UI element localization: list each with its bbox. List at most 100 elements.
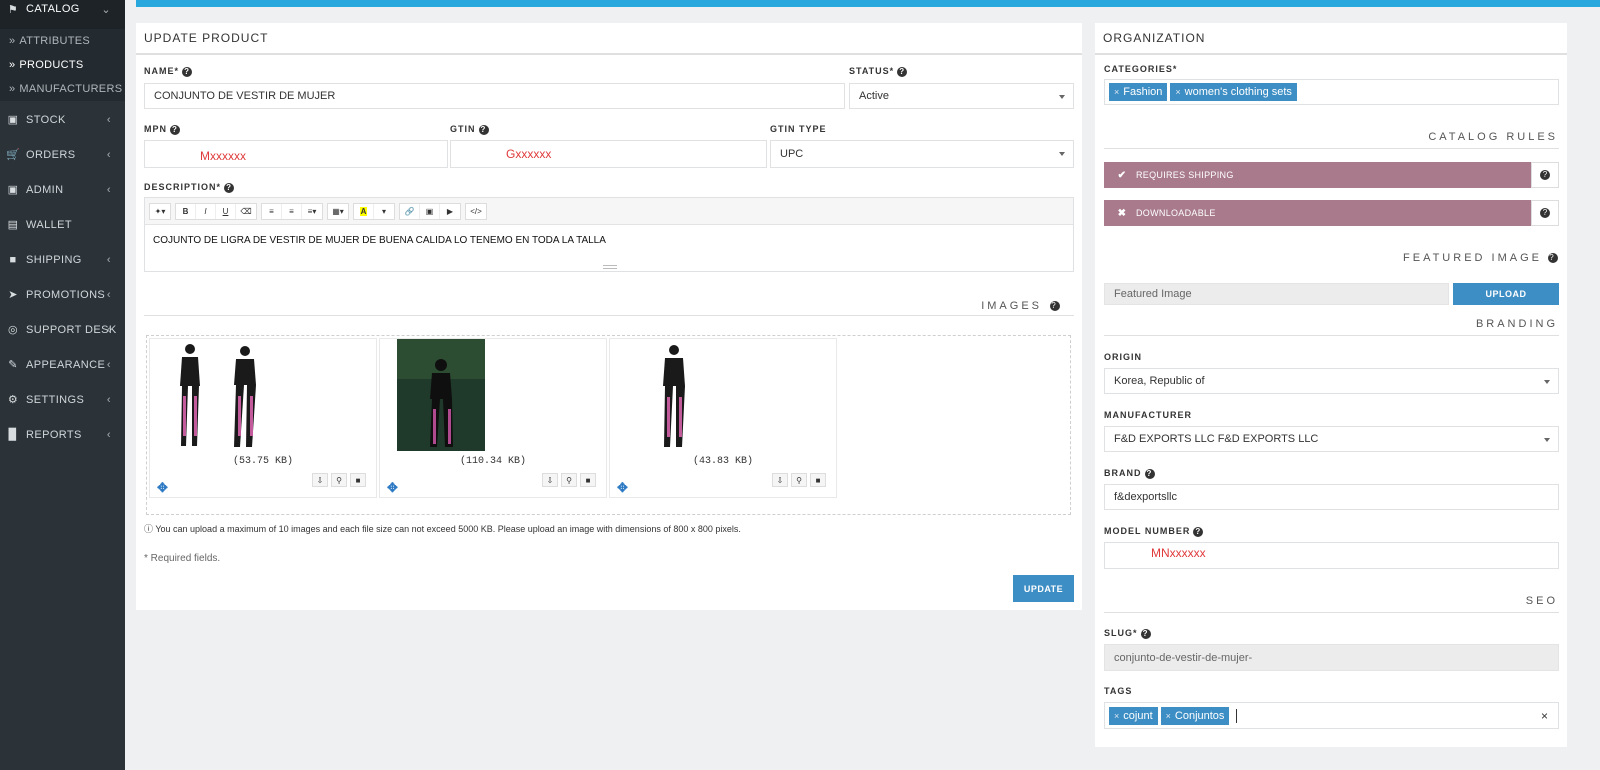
gtin-field[interactable]: Gxxxxxx — [450, 140, 767, 168]
trash-icon[interactable]: ■ — [580, 473, 596, 487]
upload-button[interactable]: UPLOAD — [1453, 283, 1559, 305]
question-circle-icon[interactable]: ? — [170, 124, 180, 135]
model-number-field[interactable]: MNxxxxxx — [1104, 542, 1559, 569]
gtin-type-select[interactable]: UPC — [770, 140, 1074, 168]
download-icon[interactable]: ⇩ — [542, 473, 558, 487]
trash-icon[interactable]: ■ — [810, 473, 826, 487]
model-label-text: MODEL NUMBER — [1104, 526, 1191, 536]
remove-tag-icon[interactable]: × — [1114, 711, 1119, 721]
video-icon[interactable]: ▶ — [440, 204, 460, 219]
sidebar-item-stock[interactable]: ▣ STOCK ‹ — [0, 102, 125, 137]
status-select[interactable]: Active — [849, 83, 1074, 109]
sidebar-item-promotions[interactable]: ➤ PROMOTIONS ‹ — [0, 277, 125, 312]
question-circle-icon[interactable]: ? — [1193, 526, 1204, 537]
product-image-thumbnail[interactable] — [170, 341, 290, 453]
zoom-icon[interactable]: ⚲ — [791, 473, 807, 487]
brand-field[interactable]: f&dexportsllc — [1104, 484, 1559, 510]
manufacturer-value: F&D EXPORTS LLC F&D EXPORTS LLC — [1114, 433, 1319, 445]
sidebar-item-support-desk[interactable]: ◎ SUPPORT DESK ‹ — [0, 312, 125, 347]
name-field[interactable]: CONJUNTO DE VESTIR DE MUJER — [144, 83, 845, 109]
product-image-thumbnail[interactable] — [646, 341, 706, 453]
sidebar-item-admin[interactable]: ▣ ADMIN ‹ — [0, 172, 125, 207]
question-circle-icon[interactable]: ? — [1140, 628, 1151, 639]
magic-icon[interactable]: ✦▾ — [150, 204, 170, 219]
link-icon[interactable]: 🔗 — [400, 203, 420, 219]
mpn-field[interactable]: Mxxxxxx — [144, 140, 448, 168]
download-icon[interactable]: ⇩ — [772, 473, 788, 487]
sidebar-item-wallet[interactable]: ▤ WALLET — [0, 207, 125, 242]
picture-icon[interactable]: ▣ — [420, 203, 440, 219]
categories-field[interactable]: × Fashion × women's clothing sets — [1104, 79, 1559, 105]
question-circle-icon[interactable]: ? — [1548, 253, 1558, 264]
sidebar-item-catalog[interactable]: ⚑ CATALOG ⌄ — [0, 0, 125, 18]
rule-help-button[interactable]: ? — [1531, 200, 1559, 226]
italic-icon[interactable]: I — [196, 203, 216, 219]
downloadable-toggle[interactable]: ✖ DOWNLOADABLE — [1104, 200, 1531, 226]
sidebar-subitem-manufacturers[interactable]: » MANUFACTURERS — [0, 77, 125, 101]
status-value: Active — [859, 90, 889, 102]
unordered-list-icon[interactable]: ≡ — [282, 203, 302, 219]
remove-tag-icon[interactable]: × — [1175, 87, 1180, 97]
origin-label: ORIGIN — [1104, 352, 1143, 362]
tags-field[interactable]: × cojunt × Conjuntos × — [1104, 702, 1559, 729]
rule-help-button[interactable]: ? — [1531, 162, 1559, 188]
remove-tag-icon[interactable]: × — [1166, 711, 1171, 721]
zoom-icon[interactable]: ⚲ — [331, 473, 347, 487]
image-dropzone[interactable]: (53.75 KB) ⇩ ⚲ ■ ✥ (110.34 KB) ⇩ ⚲ ■ ✥ (… — [146, 335, 1071, 515]
tag-chip[interactable]: × cojunt — [1109, 706, 1158, 725]
sidebar-item-label: SHIPPING — [26, 253, 82, 266]
align-icon[interactable]: ≡▾ — [302, 204, 322, 219]
sidebar-subitem-products[interactable]: » PRODUCTS — [0, 53, 125, 77]
requires-shipping-toggle[interactable]: ✔ REQUIRES SHIPPING — [1104, 162, 1531, 188]
sidebar-item-settings[interactable]: ⚙ SETTINGS ‹ — [0, 382, 125, 417]
eraser-icon[interactable]: ⌫ — [236, 204, 256, 219]
font-color-icon[interactable]: A — [354, 203, 374, 219]
tag-chip[interactable]: × Conjuntos — [1160, 706, 1230, 725]
origin-select[interactable]: Korea, Republic of — [1104, 368, 1559, 394]
question-circle-icon[interactable]: ? — [182, 66, 193, 77]
sidebar-item-shipping[interactable]: ■ SHIPPING ‹ — [0, 242, 125, 277]
sidebar-subitem-attributes[interactable]: » ATTRIBUTES — [0, 29, 125, 53]
question-circle-icon[interactable]: ? — [897, 66, 908, 77]
image-actions: ⇩ ⚲ ■ — [542, 473, 596, 487]
description-text[interactable]: COJUNTO DE LIGRA DE VESTIR DE MUJER DE B… — [145, 225, 1073, 256]
product-image-thumbnail[interactable] — [397, 339, 485, 451]
download-icon[interactable]: ⇩ — [312, 473, 328, 487]
resize-grip-icon[interactable] — [603, 265, 617, 269]
chevron-left-icon: ‹ — [106, 323, 111, 336]
manufacturer-select[interactable]: F&D EXPORTS LLC F&D EXPORTS LLC — [1104, 426, 1559, 452]
model-number-label: MODEL NUMBER? — [1104, 526, 1204, 537]
sidebar-item-orders[interactable]: 🛒 ORDERS ‹ — [0, 137, 125, 172]
slug-label-text: SLUG* — [1104, 628, 1138, 638]
sidebar-item-label: ADMIN — [26, 183, 64, 196]
top-accent-bar — [136, 0, 1600, 7]
move-icon[interactable]: ✥ — [387, 480, 398, 496]
featured-image-input[interactable]: Featured Image — [1104, 283, 1449, 305]
question-circle-icon[interactable]: ? — [478, 124, 489, 135]
question-circle-icon[interactable]: ? — [224, 182, 235, 193]
ordered-list-icon[interactable]: ≡ — [262, 203, 282, 219]
table-icon[interactable]: ▦▾ — [328, 204, 348, 219]
bold-icon[interactable]: B — [176, 203, 196, 219]
category-tag[interactable]: × Fashion — [1109, 83, 1168, 101]
remove-tag-icon[interactable]: × — [1114, 87, 1119, 97]
code-view-icon[interactable]: </> — [466, 204, 486, 219]
question-circle-icon[interactable]: ? — [1144, 468, 1155, 479]
panel-title: ORGANIZATION — [1095, 23, 1567, 55]
clear-all-icon[interactable]: × — [1541, 709, 1548, 723]
upload-note: ⓘ You can upload a maximum of 10 images … — [144, 522, 741, 535]
sidebar-item-reports[interactable]: ▉ REPORTS ‹ — [0, 417, 125, 452]
move-icon[interactable]: ✥ — [157, 480, 168, 496]
update-button[interactable]: UPDATE — [1013, 575, 1074, 602]
zoom-icon[interactable]: ⚲ — [561, 473, 577, 487]
category-tag[interactable]: × women's clothing sets — [1170, 83, 1297, 101]
move-icon[interactable]: ✥ — [617, 480, 628, 496]
paint-brush-icon: ✎ — [8, 359, 18, 371]
slug-field[interactable]: conjunto-de-vestir-de-mujer- — [1104, 644, 1559, 671]
question-circle-icon[interactable]: ? — [1050, 301, 1060, 312]
brand-value: f&dexportsllc — [1114, 491, 1177, 503]
underline-icon[interactable]: U — [216, 203, 236, 219]
sidebar-item-appearance[interactable]: ✎ APPEARANCE ‹ — [0, 347, 125, 382]
color-dropdown-icon[interactable]: ▾ — [374, 204, 394, 219]
trash-icon[interactable]: ■ — [350, 473, 366, 487]
